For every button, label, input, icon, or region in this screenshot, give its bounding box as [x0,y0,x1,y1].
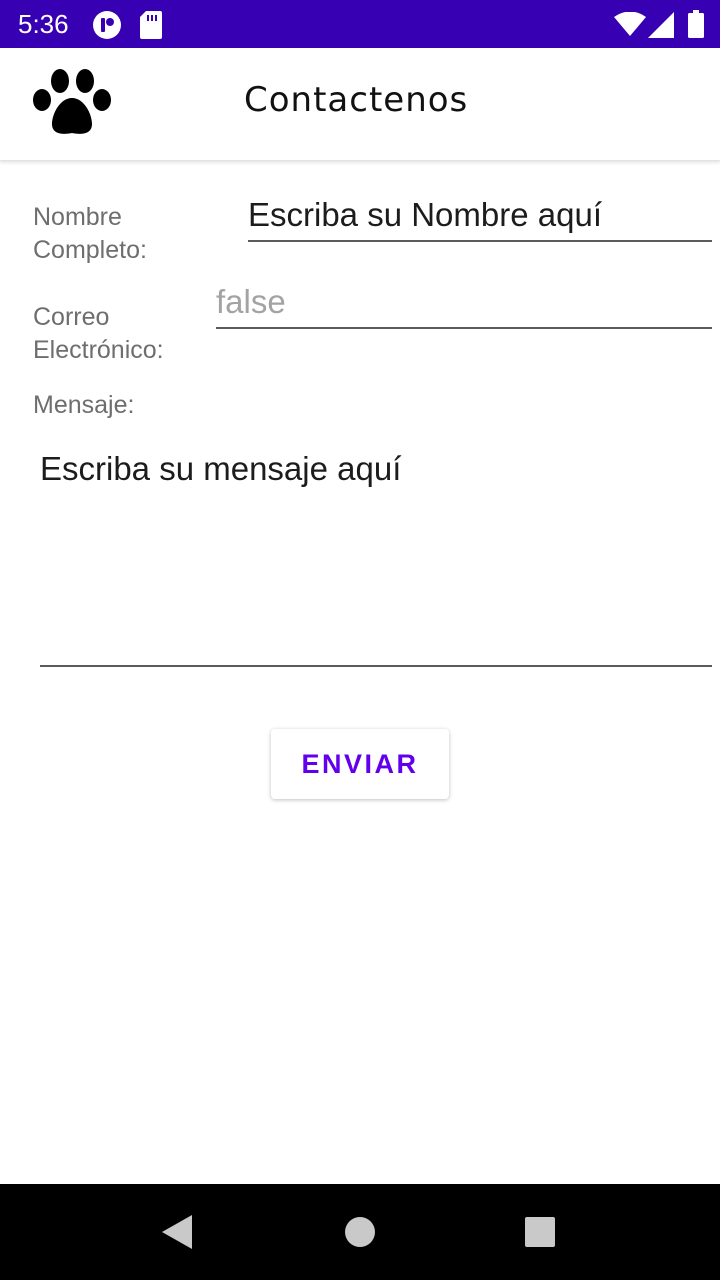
app-bar: Contactenos [0,48,720,161]
name-field-value: Escriba su Nombre aquí [248,196,602,233]
page-title: Contactenos [244,80,469,120]
battery-icon [688,10,704,43]
cell-signal-icon [648,12,674,43]
recents-icon[interactable] [525,1217,555,1252]
message-label: Mensaje: [33,391,135,419]
wifi-icon [614,11,646,41]
status-time: 5:36 [18,9,69,39]
home-icon[interactable] [344,1216,376,1253]
back-icon[interactable] [162,1215,194,1254]
send-button[interactable]: ENVIAR [271,729,449,799]
email-field-placeholder: false [216,283,286,320]
email-field[interactable]: false [216,278,712,329]
notification-app-icon [92,10,122,45]
name-field[interactable]: Escriba su Nombre aquí [248,190,712,242]
navigation-bar [0,1184,720,1280]
name-label: Nombre Completo: [33,203,147,264]
message-field-value: Escriba su mensaje aquí [40,450,402,487]
contact-screen: 5:36 Contactenos Nombre Completo: Escrib… [0,0,720,1280]
email-label: Correo Electrónico: [33,303,164,364]
status-bar: 5:36 [0,0,720,48]
sd-card-icon [140,11,162,44]
paw-icon [30,68,114,138]
message-field[interactable]: Escriba su mensaje aquí [40,440,712,667]
